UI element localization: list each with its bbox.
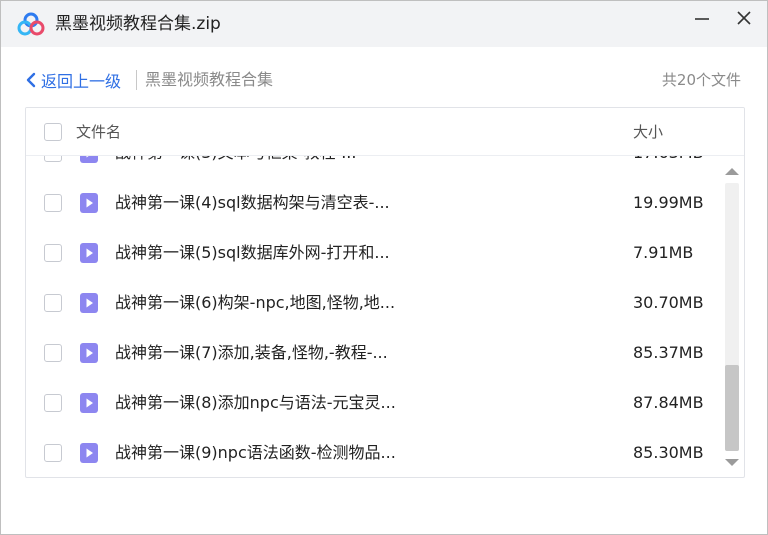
file-row[interactable]: 战神第一课(7)添加,装备,怪物,-教程-... 85.37MB	[26, 328, 722, 378]
video-file-icon	[80, 156, 98, 163]
scroll-down-arrow-icon[interactable]	[723, 456, 741, 470]
file-size: 85.37MB	[633, 343, 704, 362]
baidu-netdisk-logo-icon	[17, 12, 45, 36]
window-title: 黑墨视频教程合集.zip	[55, 14, 221, 34]
file-size: 19.99MB	[633, 193, 704, 212]
file-list[interactable]: 战神第一课(3)文本与框架-教程-... 17.63MB 战神第一课(4)sql数据…	[26, 156, 722, 477]
file-size: 85.30MB	[633, 443, 704, 462]
video-file-icon	[80, 343, 98, 363]
select-all-checkbox[interactable]	[44, 123, 62, 141]
zip-preview-window: 黑墨视频教程合集.zip 返回上一级 黑墨视频教程合集 共20个文件 文件名 大…	[0, 0, 768, 535]
file-row[interactable]: 战神第一课(5)sql数据库外网-打开和... 7.91MB	[26, 228, 722, 278]
scrollbar-thumb[interactable]	[725, 365, 739, 451]
file-name: 战神第一课(3)文本与框架-教程-...	[115, 156, 356, 165]
file-size: 87.84MB	[633, 393, 704, 412]
file-row[interactable]: 战神第一课(3)文本与框架-教程-... 17.63MB	[26, 156, 722, 178]
video-file-icon	[80, 293, 98, 313]
close-icon	[737, 11, 751, 25]
file-row[interactable]: 战神第一课(8)添加npc与语法-元宝灵... 87.84MB	[26, 378, 722, 428]
video-file-icon	[80, 393, 98, 413]
file-size: 17.63MB	[633, 156, 704, 165]
file-count: 共20个文件	[661, 71, 741, 89]
file-name: 战神第一课(5)sql数据库外网-打开和...	[115, 243, 390, 262]
file-row-checkbox[interactable]	[44, 344, 62, 362]
breadcrumb-divider	[136, 70, 137, 90]
file-list-header: 文件名 大小	[26, 108, 744, 156]
file-size: 30.70MB	[633, 293, 704, 312]
file-row-checkbox[interactable]	[44, 156, 62, 162]
file-row[interactable]: 战神第一课(9)npc语法函数-检测物品... 85.30MB	[26, 428, 722, 477]
file-row[interactable]: 战神第一课(4)sql数据构架与清空表-... 19.99MB	[26, 178, 722, 228]
file-row-checkbox[interactable]	[44, 444, 62, 462]
minimize-button[interactable]	[687, 7, 717, 29]
file-name: 战神第一课(8)添加npc与语法-元宝灵...	[115, 393, 396, 412]
file-rows: 战神第一课(3)文本与框架-教程-... 17.63MB 战神第一课(4)sql数据…	[26, 156, 722, 477]
video-file-icon	[80, 243, 98, 263]
file-row[interactable]: 战神第一课(6)构架-npc,地图,怪物,地... 30.70MB	[26, 278, 722, 328]
back-to-parent-button[interactable]: 返回上一级	[25, 69, 121, 91]
back-label: 返回上一级	[41, 72, 122, 91]
file-size: 7.91MB	[633, 243, 694, 262]
chevron-left-icon	[26, 72, 36, 88]
video-file-icon	[80, 443, 98, 463]
column-header-size: 大小	[633, 123, 664, 141]
file-row-checkbox[interactable]	[44, 294, 62, 312]
video-file-icon	[80, 193, 98, 213]
file-name: 战神第一课(9)npc语法函数-检测物品...	[115, 443, 396, 462]
file-name: 战神第一课(6)构架-npc,地图,怪物,地...	[115, 293, 396, 312]
scroll-up-arrow-icon[interactable]	[723, 164, 741, 178]
minimize-icon	[695, 18, 709, 20]
file-row-checkbox[interactable]	[44, 194, 62, 212]
file-list-panel: 文件名 大小 战神第一课(3)文本与框架-教程-...17.63MB战神第一课(…	[25, 107, 745, 478]
close-button[interactable]	[729, 7, 759, 29]
title-bar: 黑墨视频教程合集.zip	[1, 1, 767, 47]
breadcrumb-current-folder: 黑墨视频教程合集	[145, 70, 274, 89]
file-name: 战神第一课(4)sql数据构架与清空表-...	[115, 193, 390, 212]
column-header-name: 文件名	[76, 123, 122, 141]
file-name: 战神第一课(7)添加,装备,怪物,-教程-...	[115, 343, 388, 362]
file-row-checkbox[interactable]	[44, 244, 62, 262]
file-row-checkbox[interactable]	[44, 394, 62, 412]
